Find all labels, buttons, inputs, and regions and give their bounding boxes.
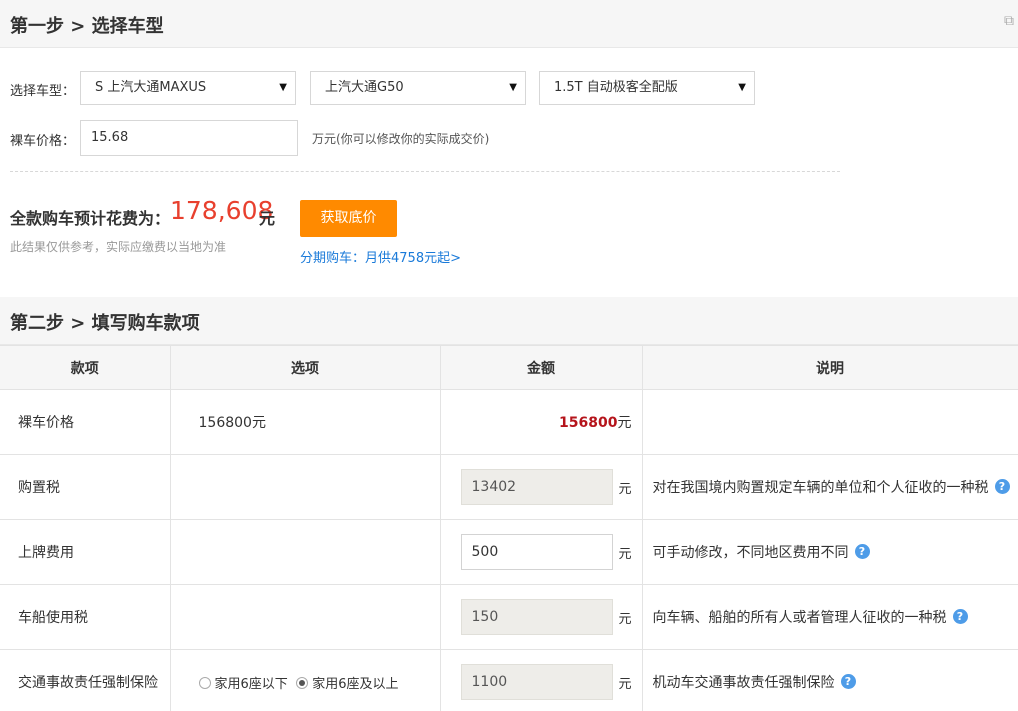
fee-desc: 机动车交通事故责任强制保险	[652, 675, 835, 691]
dropdown-arrow-icon: ▼	[509, 82, 517, 93]
select-model-label: 选择车型：	[10, 84, 76, 99]
total-cost-value: 178,608	[170, 196, 274, 225]
fee-item: 交通事故责任强制保险	[0, 649, 171, 711]
brand-select[interactable]: S 上汽大通MAXUS ▼	[80, 71, 296, 105]
purchase-tax-field: 13402	[460, 469, 613, 505]
fee-option	[170, 519, 441, 585]
series-select-value: 上汽大通G50	[325, 80, 404, 95]
dropdown-arrow-icon: ▼	[738, 82, 746, 93]
bare-price-amount: 156800	[559, 415, 618, 431]
table-row: 上牌费用 500 元 可手动修改，不同地区费用不同?	[0, 519, 1018, 585]
fee-amount-cell: 156800元	[440, 389, 643, 455]
radio-label: 家用6座及以上	[312, 676, 399, 692]
radio-seat-under-6[interactable]	[198, 676, 211, 689]
help-icon[interactable]: ?	[994, 479, 1010, 494]
fee-option	[170, 454, 441, 520]
brand-select-value: S 上汽大通MAXUS	[95, 80, 207, 95]
amount-unit: 元	[617, 415, 632, 431]
fee-item: 裸车价格	[0, 389, 171, 455]
fee-amount-cell: 150 元	[440, 584, 643, 650]
fee-desc-cell: 机动车交通事故责任强制保险?	[642, 649, 1018, 711]
bare-price-input[interactable]: 15.68	[80, 120, 298, 156]
fee-desc: 对在我国境内购置规定车辆的单位和个人征收的一种税	[652, 480, 989, 496]
table-row: 购置税 13402 元 对在我国境内购置规定车辆的单位和个人征收的一种税?	[0, 454, 1018, 520]
price-hint: 万元(你可以修改你的实际成交价)	[312, 132, 490, 146]
fee-amount: 156800元	[461, 412, 642, 432]
vehicle-tax-field: 150	[460, 599, 613, 635]
column-header: 说明	[642, 345, 1018, 390]
share-icon[interactable]: ⧉	[1004, 14, 1018, 28]
column-header: 金额	[440, 345, 643, 390]
series-select[interactable]: 上汽大通G50 ▼	[310, 71, 526, 105]
amount-unit: 元	[618, 676, 632, 692]
disclaimer-text: 此结果仅供参考，实际应缴费以当地为准	[10, 240, 227, 254]
dropdown-arrow-icon: ▼	[279, 82, 287, 93]
step2-title: 第二步 > 填写购车款项	[10, 313, 200, 334]
amount-unit: 元	[618, 481, 632, 497]
table-row: 裸车价格 156800元 156800元	[0, 389, 1018, 455]
radio-label: 家用6座以下	[214, 676, 288, 692]
fee-amount-cell: 13402 元	[440, 454, 643, 520]
step1-title: 第一步 > 选择车型	[10, 16, 164, 37]
fee-desc	[642, 389, 1018, 455]
help-icon[interactable]: ?	[840, 674, 856, 689]
column-header: 款项	[0, 345, 171, 390]
fee-item: 购置税	[0, 454, 171, 520]
fee-desc: 向车辆、船舶的所有人或者管理人征收的一种税	[652, 610, 947, 626]
fee-option	[170, 584, 441, 650]
fee-desc-cell: 可手动修改，不同地区费用不同?	[642, 519, 1018, 585]
step1-header: 第一步 > 选择车型 ⧉	[0, 0, 1018, 48]
table-row: 交通事故责任强制保险 家用6座以下 家用6座及以上 1100 元 机动车交通事故责…	[0, 649, 1018, 711]
help-icon[interactable]: ?	[952, 609, 968, 624]
fee-amount-cell: 500 元	[440, 519, 643, 585]
table-header-row: 款项 选项 金额 说明	[0, 345, 1018, 390]
table-row: 车船使用税 150 元 向车辆、船舶的所有人或者管理人征收的一种税?	[0, 584, 1018, 650]
fee-desc-cell: 向车辆、船舶的所有人或者管理人征收的一种税?	[642, 584, 1018, 650]
column-header: 选项	[170, 345, 441, 390]
fee-option-cell: 家用6座以下 家用6座及以上	[170, 649, 441, 711]
fee-amount-cell: 1100 元	[440, 649, 643, 711]
license-fee-input[interactable]: 500	[460, 534, 613, 570]
model-select[interactable]: 1.5T 自动极客全配版 ▼	[539, 71, 755, 105]
total-cost-label: 全款购车预计花费为：	[10, 209, 171, 228]
fee-option: 156800元	[170, 389, 441, 455]
insurance-field: 1100	[460, 664, 613, 700]
bare-price-label: 裸车价格：	[10, 134, 76, 149]
fees-table: 款项 选项 金额 说明 裸车价格 156800元 156800元 购置税 134…	[0, 345, 1018, 711]
fee-item: 车船使用税	[0, 584, 171, 650]
amount-unit: 元	[618, 611, 632, 627]
get-lowest-price-button[interactable]: 获取底价	[300, 200, 397, 237]
fee-desc: 可手动修改，不同地区费用不同	[652, 545, 849, 561]
model-select-value: 1.5T 自动极客全配版	[554, 80, 678, 95]
help-icon[interactable]: ?	[854, 544, 870, 559]
radio-seat-6-plus[interactable]	[296, 676, 309, 689]
step2-header: 第二步 > 填写购车款项	[0, 297, 1018, 345]
installment-link[interactable]: 分期购车：月供4758元起>	[300, 247, 461, 266]
dashed-divider	[10, 171, 840, 172]
total-cost-unit: 元	[259, 209, 276, 228]
fee-desc-cell: 对在我国境内购置规定车辆的单位和个人征收的一种税?	[642, 454, 1018, 520]
fee-item: 上牌费用	[0, 519, 171, 585]
amount-unit: 元	[618, 546, 632, 562]
